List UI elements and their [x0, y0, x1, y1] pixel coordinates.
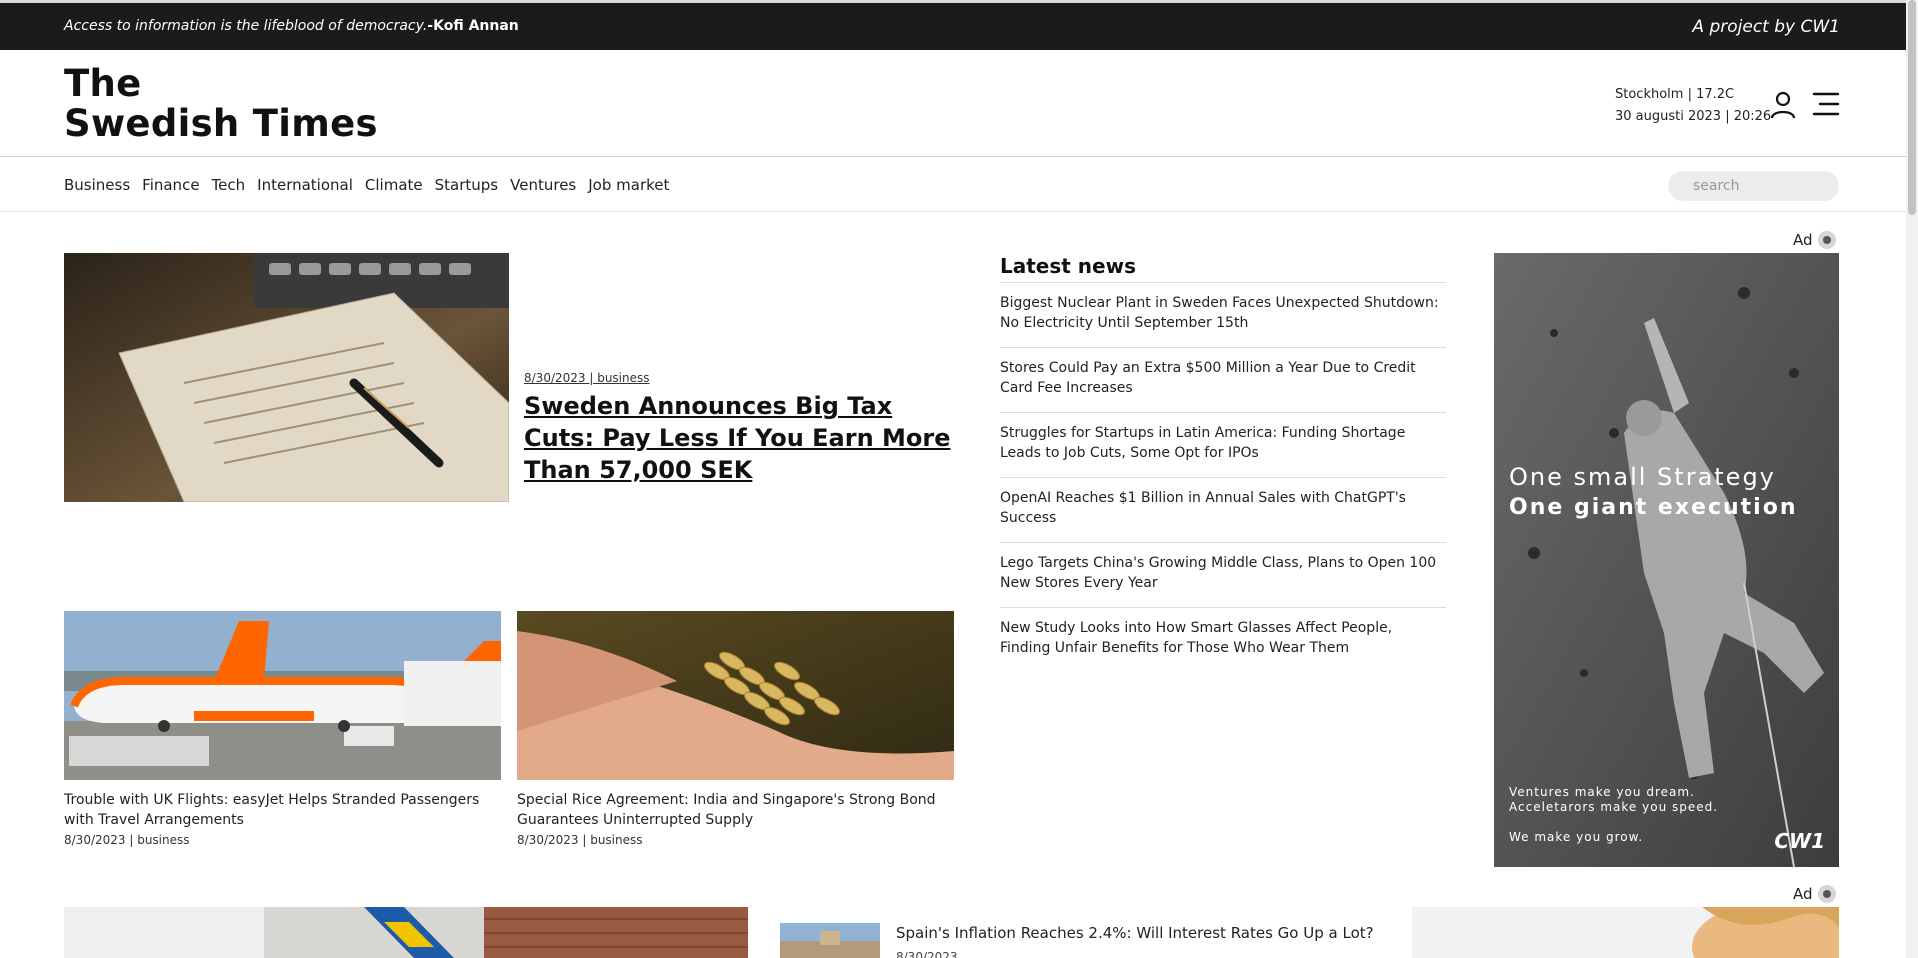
ad-headline-2: One giant execution — [1509, 495, 1798, 520]
article-card[interactable]: Special Rice Agreement: India and Singap… — [517, 611, 954, 847]
advertisement-banner[interactable] — [1412, 907, 1839, 958]
weather-widget: Stockholm | 17.2C 30 augusti 2023 | 20:2… — [1615, 84, 1771, 128]
ad-settings-icon[interactable] — [1818, 231, 1836, 249]
latest-news-item[interactable]: Stores Could Pay an Extra $500 Million a… — [1000, 348, 1446, 413]
article-thumbnail[interactable] — [780, 923, 880, 958]
scrollbar-thumb[interactable] — [1908, 0, 1916, 215]
nav-item-finance[interactable]: Finance — [142, 176, 199, 194]
quote-text: Access to information is the lifeblood o… — [64, 18, 428, 34]
ad-headline-1: One small Strategy — [1509, 463, 1776, 491]
latest-news-heading: Latest news — [1000, 254, 1446, 283]
ad-subline-3: We make you grow. — [1509, 830, 1644, 844]
ad-subline-1: Ventures make you dream. — [1509, 785, 1695, 799]
top-bar: Access to information is the lifeblood o… — [0, 0, 1906, 50]
project-credit[interactable]: A project by CW1 — [1692, 17, 1840, 37]
ad-brand-logo: CW1 — [1774, 829, 1825, 853]
latest-news-item[interactable]: OpenAI Reaches $1 Billion in Annual Sale… — [1000, 478, 1446, 543]
article-title[interactable]: Special Rice Agreement: India and Singap… — [517, 790, 954, 830]
search-input[interactable] — [1668, 171, 1839, 201]
ad-label: Ad — [1793, 885, 1813, 903]
nav-item-ventures[interactable]: Ventures — [510, 176, 576, 194]
logo-line-2: Swedish Times — [64, 102, 378, 145]
hamburger-menu-icon[interactable] — [1812, 90, 1840, 118]
page-scrollbar[interactable] — [1906, 0, 1918, 958]
article-meta: 8/30/2023 | business — [64, 833, 190, 847]
nav-item-job-market[interactable]: Job market — [588, 176, 669, 194]
article-image[interactable] — [64, 611, 501, 780]
ad-label: Ad — [1793, 231, 1813, 249]
weather-text: Stockholm | 17.2C — [1615, 87, 1735, 102]
site-header: The Swedish Times Stockholm | 17.2C 30 a… — [0, 50, 1906, 157]
article-meta: 8/30/2023 — [896, 950, 958, 958]
article-card[interactable]: Trouble with UK Flights: easyJet Helps S… — [64, 611, 501, 847]
article-meta: 8/30/2023 | business — [517, 833, 643, 847]
nav-item-business[interactable]: Business — [64, 176, 130, 194]
nav-links: Business Finance Tech International Clim… — [64, 176, 669, 194]
date-time: 30 augusti 2023 | 20:26 — [1615, 109, 1772, 124]
latest-news-item[interactable]: Lego Targets China's Growing Middle Clas… — [1000, 543, 1446, 608]
feature-image[interactable] — [64, 253, 509, 502]
nav-item-international[interactable]: International — [257, 176, 353, 194]
logo-line-1: The — [64, 62, 142, 105]
advertisement-banner[interactable]: One small Strategy One giant execution V… — [1494, 253, 1839, 867]
latest-news-item[interactable]: Struggles for Startups in Latin America:… — [1000, 413, 1446, 478]
latest-news-item[interactable]: New Study Looks into How Smart Glasses A… — [1000, 608, 1446, 673]
quote-author: -Kofi Annan — [427, 18, 519, 34]
ad-subline-2: Acceletarors make you speed. — [1509, 800, 1719, 814]
site-logo[interactable]: The Swedish Times — [64, 64, 378, 144]
article-image[interactable] — [64, 907, 748, 958]
feature-meta[interactable]: 8/30/2023 | business — [524, 371, 650, 385]
article-image[interactable] — [517, 611, 954, 780]
article-title[interactable]: Spain's Inflation Reaches 2.4%: Will Int… — [896, 924, 1374, 942]
latest-news: Latest news Biggest Nuclear Plant in Swe… — [1000, 254, 1446, 673]
main-nav: Business Finance Tech International Clim… — [0, 158, 1906, 212]
nav-item-tech[interactable]: Tech — [212, 176, 246, 194]
user-icon[interactable] — [1770, 90, 1796, 120]
nav-item-climate[interactable]: Climate — [365, 176, 423, 194]
feature-title[interactable]: Sweden Announces Big Tax Cuts: Pay Less … — [524, 390, 964, 486]
ad-settings-icon[interactable] — [1818, 885, 1836, 903]
latest-news-item[interactable]: Biggest Nuclear Plant in Sweden Faces Un… — [1000, 283, 1446, 348]
nav-item-startups[interactable]: Startups — [435, 176, 499, 194]
article-title[interactable]: Trouble with UK Flights: easyJet Helps S… — [64, 790, 501, 830]
quote: Access to information is the lifeblood o… — [64, 18, 519, 34]
